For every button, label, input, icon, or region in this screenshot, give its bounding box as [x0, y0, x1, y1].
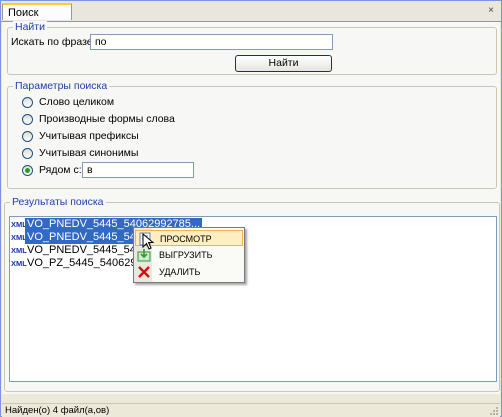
results-group-legend: Результаты поиска [10, 196, 106, 208]
option-label: Производные формы слова [39, 113, 175, 125]
radio-synonyms[interactable] [22, 148, 33, 159]
radio-near[interactable] [22, 165, 33, 176]
option-label: Рядом с: [39, 164, 82, 176]
search-params-group: Параметры поиска Слово целиком Производн… [7, 80, 497, 189]
file-search-window: Поиск файлов × Найти Искать по фразе: На… [0, 0, 502, 417]
menu-item-delete[interactable]: УДАЛИТЬ [135, 264, 243, 280]
phrase-label: Искать по фразе: [11, 36, 96, 48]
find-button[interactable]: Найти [235, 55, 332, 72]
resize-grip-icon[interactable] [489, 406, 499, 416]
status-text: Найден(о) 4 файл(а,ов) [5, 405, 110, 416]
find-group-legend: Найти [13, 21, 47, 33]
radio-word-forms[interactable] [22, 114, 33, 125]
tab-strip: Поиск файлов × [1, 1, 501, 36]
tab-file-search[interactable]: Поиск файлов [2, 3, 72, 36]
results-list[interactable]: XML VO_PNEDV_5445_54062992785... XML VO_… [9, 216, 497, 382]
radio-whole-word[interactable] [22, 97, 33, 108]
status-bar: Найден(о) 4 файл(а,ов) [2, 403, 500, 417]
delete-icon [138, 266, 150, 278]
option-label: Учитывая префиксы [39, 130, 139, 142]
mouse-cursor-icon [142, 233, 155, 250]
close-icon[interactable]: × [484, 4, 498, 18]
menu-item-label: ВЫГРУЗИТЬ [159, 250, 213, 260]
find-group: Найти Искать по фразе: Найти [7, 21, 497, 75]
menu-item-label: ПРОСМОТР [160, 234, 212, 244]
option-label: Слово целиком [39, 96, 115, 108]
results-group: Результаты поиска XML VO_PNEDV_5445_5406… [4, 196, 500, 392]
option-label: Учитывая синонимы [39, 147, 139, 159]
params-group-legend: Параметры поиска [13, 80, 110, 92]
radio-prefixes[interactable] [22, 131, 33, 142]
menu-item-label: УДАЛИТЬ [159, 267, 201, 277]
main-panel: Найти Искать по фразе: Найти Параметры п… [2, 21, 500, 394]
near-word-input[interactable] [82, 162, 194, 178]
phrase-input[interactable] [90, 34, 333, 50]
